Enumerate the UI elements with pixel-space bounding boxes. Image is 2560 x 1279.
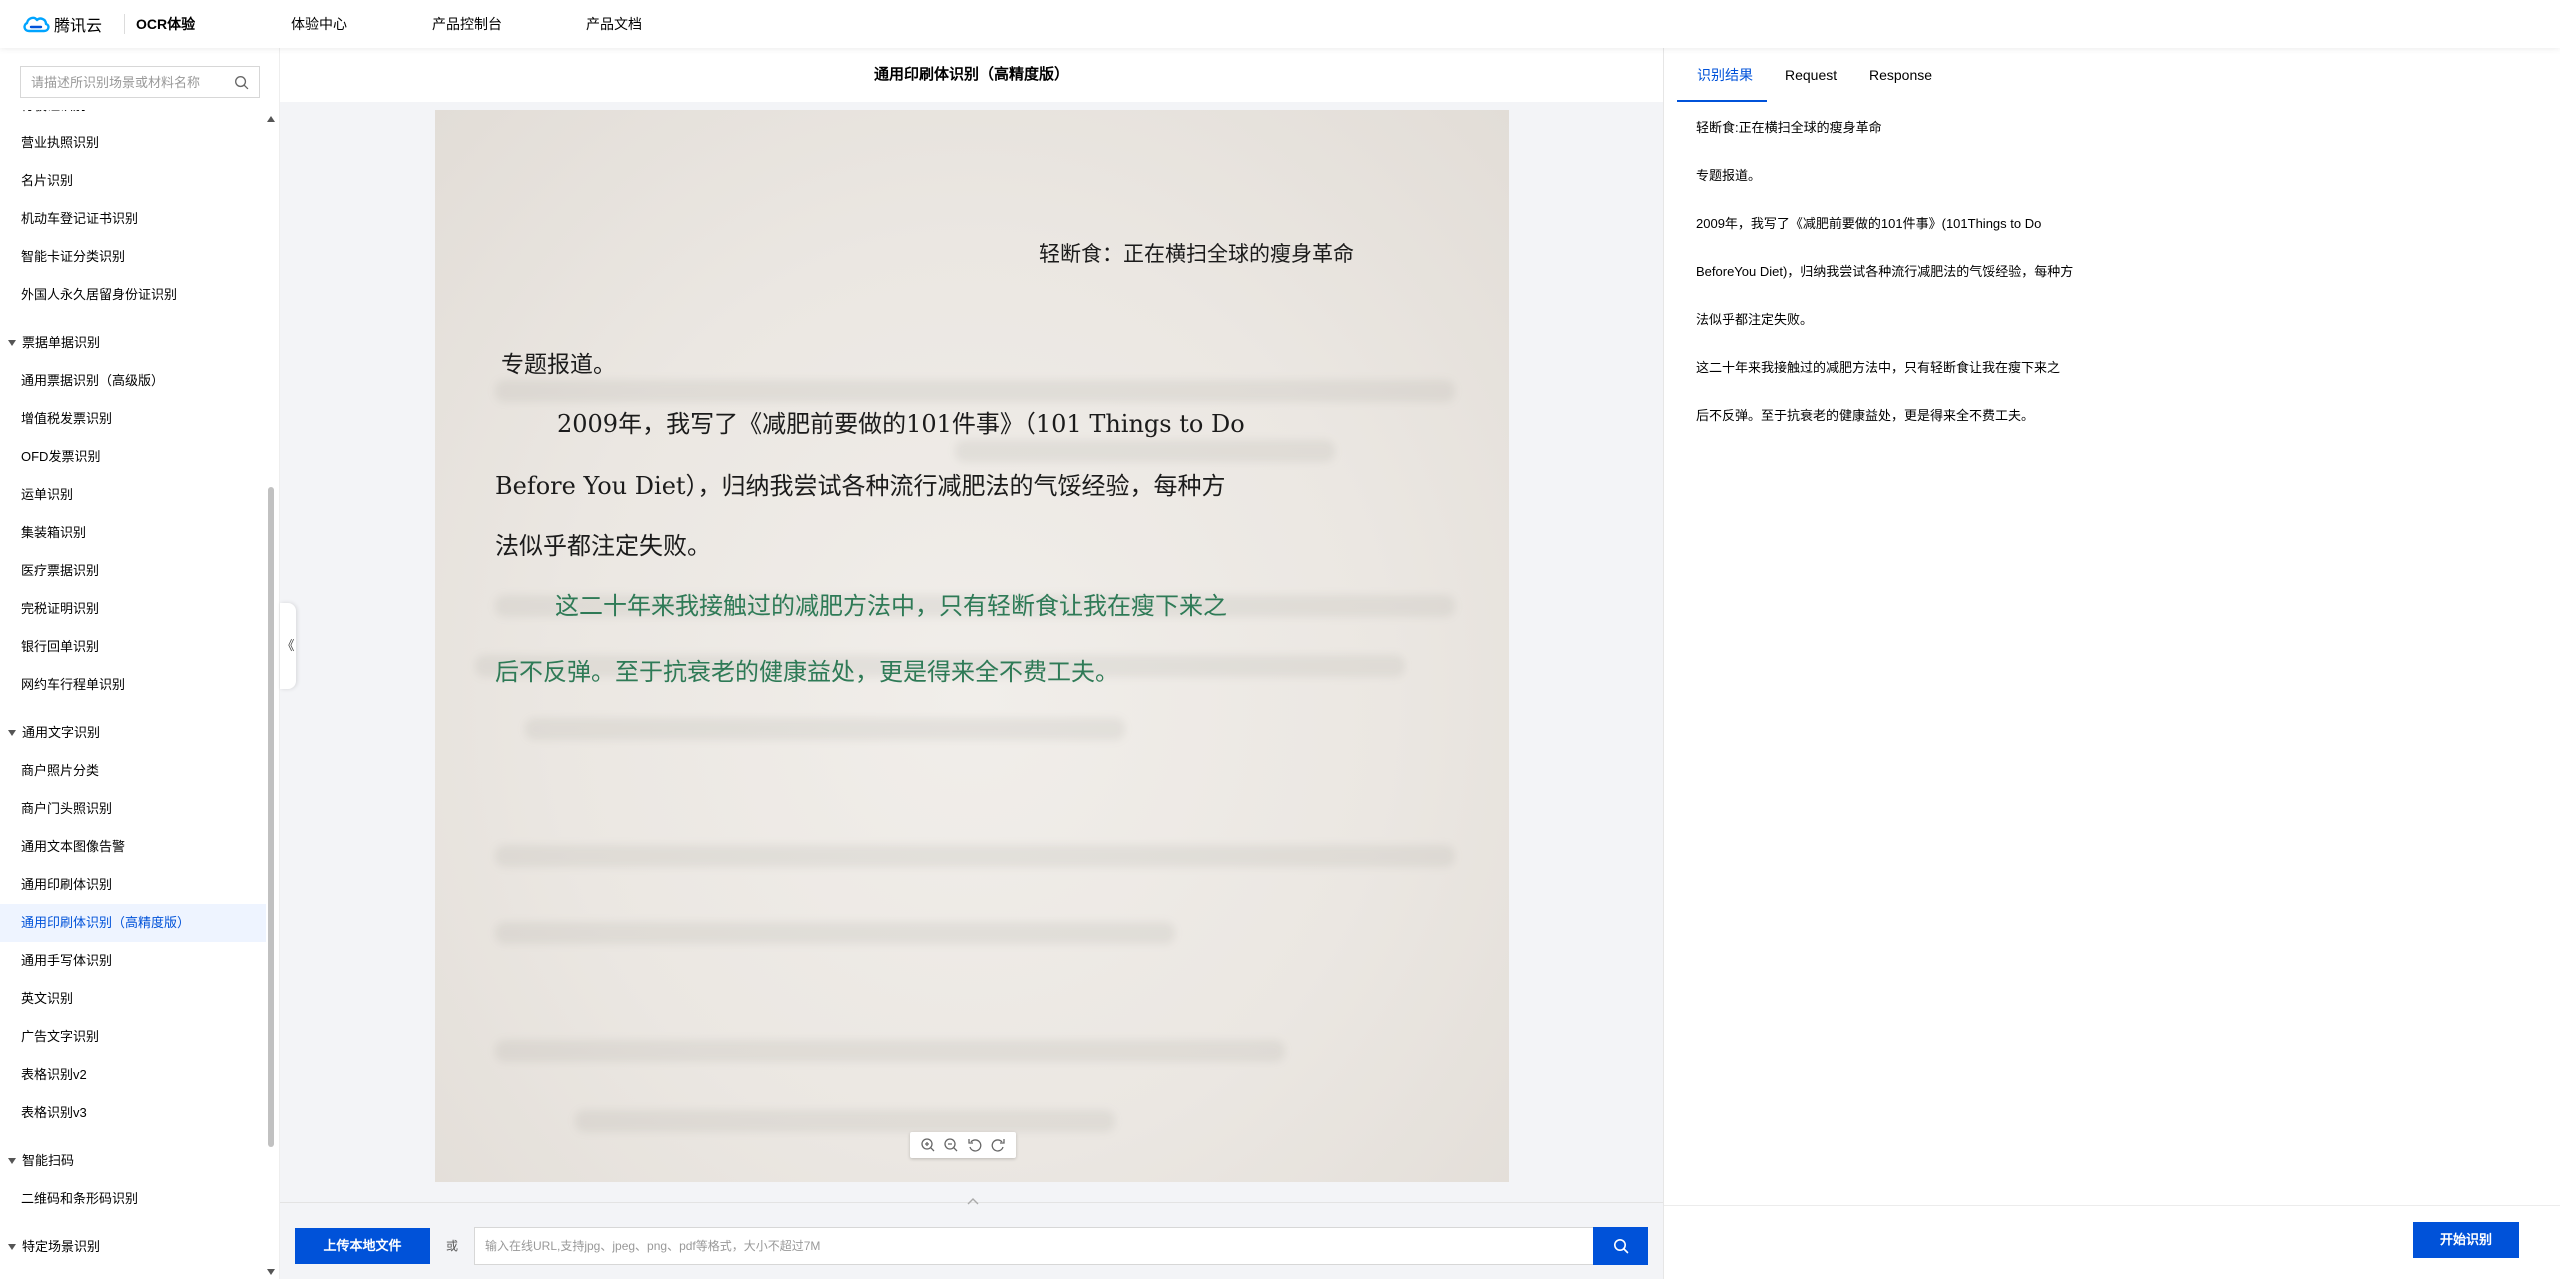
- nav-ocr-experience[interactable]: OCR体验: [136, 0, 195, 48]
- photo-text-line: 法似乎都注定失败。: [495, 532, 711, 560]
- result-line: 法似乎都注定失败。: [1696, 312, 1814, 327]
- url-submit-button[interactable]: [1593, 1227, 1648, 1265]
- sidebar-item-handwriting[interactable]: 通用手写体识别: [0, 942, 266, 980]
- sidebar-group-invoices[interactable]: 票据单据识别: [0, 324, 266, 362]
- sidebar-menu: 行驶证识别 营业执照识别 名片识别 机动车登记证书识别 智能卡证分类识别 外国人…: [0, 110, 266, 1279]
- caret-down-icon: [8, 1157, 16, 1164]
- tab-request[interactable]: Request: [1785, 48, 1837, 102]
- search-icon: [1614, 1239, 1629, 1254]
- sidebar-item-medical-invoice[interactable]: 医疗票据识别: [0, 552, 266, 590]
- sidebar-item-table-v2[interactable]: 表格识别v2: [0, 1056, 266, 1094]
- upload-local-file-button[interactable]: 上传本地文件: [295, 1228, 430, 1264]
- result-tabs: 识别结果 Request Response: [1664, 48, 2560, 102]
- sidebar-item-text-image-warning[interactable]: 通用文本图像告警: [0, 828, 266, 866]
- result-line: 专题报道。: [1696, 168, 1762, 183]
- start-recognition-button[interactable]: 开始识别: [2413, 1222, 2519, 1258]
- sidebar-item-advert-text[interactable]: 广告文字识别: [0, 1018, 266, 1056]
- photo-text-line: 这二十年来我接触过的减肥方法中，只有轻断食让我在瘦下来之: [555, 592, 1227, 620]
- sidebar-item-container[interactable]: 集装箱识别: [0, 514, 266, 552]
- url-input[interactable]: [485, 1228, 1575, 1264]
- tab-response[interactable]: Response: [1869, 48, 1932, 102]
- search-icon[interactable]: [234, 75, 249, 90]
- photo-text-line: 专题报道。: [501, 352, 616, 378]
- image-toolbar: [910, 1132, 1016, 1158]
- sidebar-group-smart-scan[interactable]: 智能扫码: [0, 1142, 266, 1180]
- sidebar-item-vehicle-registration[interactable]: 机动车登记证书识别: [0, 200, 266, 238]
- zoom-out-icon[interactable]: [943, 1137, 959, 1153]
- sidebar-item-waybill[interactable]: 运单识别: [0, 476, 266, 514]
- uploaded-photo: 轻断食：正在横扫全球的瘦身革命 专题报道。 2009年，我写了《减肥前要做的10…: [435, 110, 1509, 1182]
- result-line: BeforeYou Diet)，归纳我尝试各种流行减肥法的气馁经验，每种方: [1696, 264, 2074, 279]
- scroll-up-arrow-icon[interactable]: [267, 116, 275, 122]
- photo-text-line: Before You Diet），归纳我尝试各种流行减肥法的气馁经验，每种方: [495, 472, 1226, 500]
- preview-panel: 通用印刷体识别（高精度版） 《 轻断食：正在横扫全球的瘦身革命 专题报道。 20…: [280, 48, 1663, 1279]
- panel-divider: [1664, 1205, 2560, 1206]
- collapse-sidebar-button[interactable]: 《: [280, 603, 296, 689]
- sidebar-item-ride-itinerary[interactable]: 网约车行程单识别: [0, 666, 266, 704]
- page-title: 通用印刷体识别（高精度版）: [280, 48, 1663, 102]
- scroll-down-arrow-icon[interactable]: [267, 1269, 275, 1275]
- sidebar-item-general-invoice[interactable]: 通用票据识别（高级版）: [0, 362, 266, 400]
- sidebar-search[interactable]: [20, 66, 260, 98]
- photo-text-line: 后不反弹。至于抗衰老的健康益处，更是得来全不费工夫。: [495, 658, 1119, 686]
- tab-recognition-result[interactable]: 识别结果: [1697, 48, 1753, 102]
- nav-product-docs[interactable]: 产品文档: [586, 0, 642, 48]
- sidebar-item-foreigner-residence[interactable]: 外国人永久居留身份证识别: [0, 276, 266, 314]
- sidebar-item-partial[interactable]: 行驶证识别: [0, 110, 266, 124]
- result-line: 这二十年来我接触过的减肥方法中，只有轻断食让我在瘦下来之: [1696, 360, 2061, 375]
- url-field[interactable]: [474, 1227, 1596, 1265]
- sidebar-item-bank-receipt[interactable]: 银行回单识别: [0, 628, 266, 666]
- sidebar-item-table-v3[interactable]: 表格识别v3: [0, 1094, 266, 1132]
- sidebar-item-business-license[interactable]: 营业执照识别: [0, 124, 266, 162]
- zoom-in-icon[interactable]: [920, 1137, 936, 1153]
- sidebar-item-vat-invoice[interactable]: 增值税发票识别: [0, 400, 266, 438]
- caret-down-icon: [8, 729, 16, 736]
- result-panel: 识别结果 Request Response 轻断食:正在横扫全球的瘦身革命 专题…: [1663, 48, 2560, 1279]
- logo-text: 腾讯云: [54, 18, 103, 35]
- sidebar-item-english[interactable]: 英文识别: [0, 980, 266, 1018]
- sidebar-item-smart-card-classify[interactable]: 智能卡证分类识别: [0, 238, 266, 276]
- drag-handle-icon[interactable]: [966, 1196, 980, 1206]
- sidebar-group-general-text[interactable]: 通用文字识别: [0, 714, 266, 752]
- tencent-cloud-logo-icon: [23, 16, 50, 33]
- sidebar-search-input[interactable]: [31, 67, 231, 97]
- rotate-right-icon[interactable]: [990, 1137, 1006, 1153]
- caret-down-icon: [8, 1243, 16, 1250]
- top-nav-bar: 腾讯云 OCR体验 体验中心 产品控制台 产品文档: [0, 0, 2560, 48]
- sidebar-item-business-card[interactable]: 名片识别: [0, 162, 266, 200]
- sidebar-item-tax-certificate[interactable]: 完税证明识别: [0, 590, 266, 628]
- sidebar-item-qrcode-barcode[interactable]: 二维码和条形码识别: [0, 1180, 266, 1218]
- result-line: 轻断食:正在横扫全球的瘦身革命: [1696, 120, 1882, 135]
- active-tab-indicator: [1677, 100, 1767, 102]
- nav-product-console[interactable]: 产品控制台: [432, 0, 502, 48]
- sidebar-item-ofd-invoice[interactable]: OFD发票识别: [0, 438, 266, 476]
- sidebar-item-general-print[interactable]: 通用印刷体识别: [0, 866, 266, 904]
- sidebar-scroll-thumb[interactable]: [268, 487, 274, 1147]
- caret-down-icon: [8, 339, 16, 346]
- photo-text-line: 2009年，我写了《减肥前要做的101件事》（101 Things to Do: [557, 410, 1245, 438]
- nav-experience-center[interactable]: 体验中心: [291, 0, 347, 48]
- result-line: 2009年，我写了《减肥前要做的101件事》(101Things to Do: [1696, 216, 2042, 231]
- tencent-cloud-logo[interactable]: 腾讯云: [22, 12, 102, 36]
- recognition-results: 轻断食:正在横扫全球的瘦身革命 专题报道。 2009年，我写了《减肥前要做的10…: [1696, 104, 2536, 440]
- sidebar-item-general-print-accurate[interactable]: 通用印刷体识别（高精度版）: [0, 904, 266, 942]
- result-line: 后不反弹。至于抗衰老的健康益处，更是得来全不费工夫。: [1696, 408, 2035, 423]
- sidebar-item-merchant-photo[interactable]: 商户照片分类: [0, 752, 266, 790]
- rotate-left-icon[interactable]: [967, 1137, 983, 1153]
- sidebar-scrollbar[interactable]: [266, 110, 276, 1279]
- photo-header-text: 轻断食：正在横扫全球的瘦身革命: [1039, 242, 1354, 266]
- sidebar-group-special-scene[interactable]: 特定场景识别: [0, 1228, 266, 1266]
- sidebar: 行驶证识别 营业执照识别 名片识别 机动车登记证书识别 智能卡证分类识别 外国人…: [0, 48, 280, 1279]
- or-label: 或: [446, 1239, 459, 1253]
- logo-divider: [124, 14, 125, 34]
- sidebar-item-storefront[interactable]: 商户门头照识别: [0, 790, 266, 828]
